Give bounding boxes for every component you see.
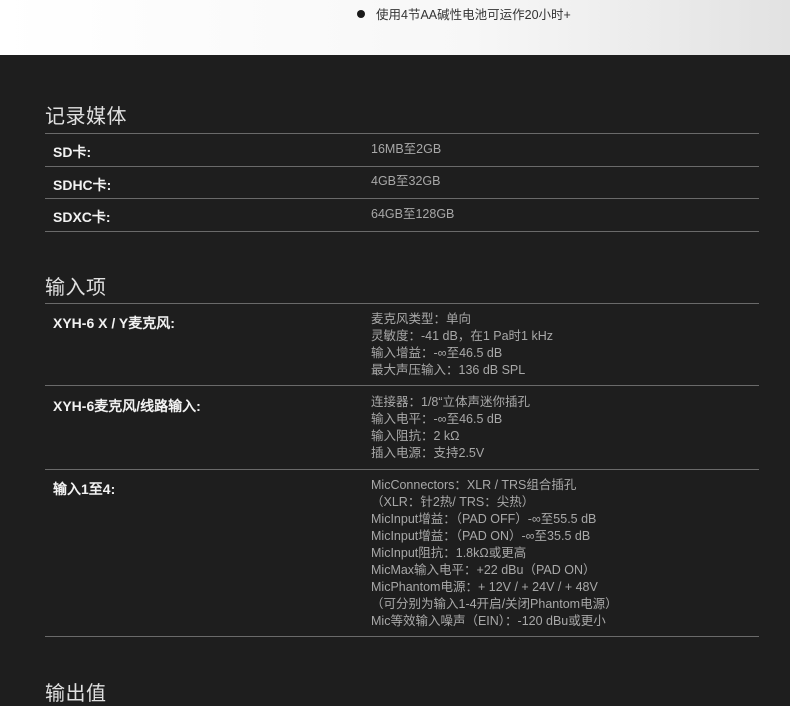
spec-label-xyh6-mic: XYH-6 X / Y麦克风:: [53, 315, 175, 331]
divider: [45, 385, 759, 386]
divider: [45, 231, 759, 232]
spec-value-sd: 16MB至2GB: [371, 142, 442, 156]
divider: [45, 469, 759, 470]
spec-value-xyh6-line-in: 连接器：1/8“立体声迷你插孔 输入电平：-∞至46.5 dB 输入阻抗：2 k…: [371, 395, 531, 460]
section-title-recording-media: 记录媒体: [45, 106, 127, 128]
section-title-outputs: 输出值: [45, 683, 107, 705]
spec-label-sd: SD卡:: [53, 144, 92, 160]
spec-value-sdhc: 4GB至32GB: [371, 174, 441, 188]
divider: [45, 198, 759, 199]
battery-spec-bullet: 使用4节AA碱性电池可运作20小时+: [357, 4, 571, 23]
top-banner: 使用4节AA碱性电池可运作20小时+: [0, 0, 790, 55]
spec-label-sdxc: SDXC卡:: [53, 209, 111, 225]
spec-label-xyh6-line-in: XYH-6麦克风/线路输入:: [53, 398, 201, 414]
bullet-dot-icon: [357, 9, 365, 18]
battery-spec-text: 使用4节AA碱性电池可运作20小时+: [376, 8, 571, 22]
spec-value-sdxc: 64GB至128GB: [371, 207, 455, 221]
spec-label-sdhc: SDHC卡:: [53, 177, 112, 193]
divider: [45, 133, 759, 134]
divider: [45, 166, 759, 167]
spec-value-xyh6-mic: 麦克风类型：单向 灵敏度：-41 dB，在1 Pa时1 kHz 输入增益：-∞至…: [371, 312, 553, 377]
spec-label-inputs-1-4: 输入1至4:: [53, 481, 116, 497]
divider: [45, 303, 759, 304]
section-title-inputs: 输入项: [45, 277, 107, 299]
spec-value-inputs-1-4: MicConnectors：XLR / TRS组合插孔 （XLR：针2热/ TR…: [371, 478, 618, 628]
divider: [45, 636, 759, 637]
